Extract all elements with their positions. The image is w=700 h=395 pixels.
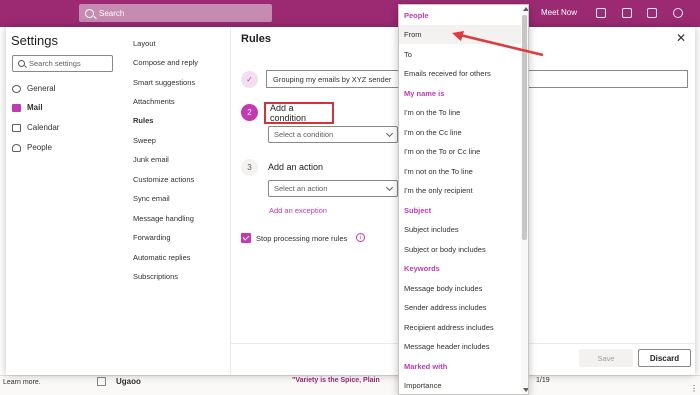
sub-sweep[interactable]: Sweep [133, 136, 156, 145]
category-mail[interactable]: Mail [12, 103, 43, 112]
dropdown-option-header-includes[interactable]: Message header includes [399, 337, 521, 356]
mail-subject: "Variety is the Spice, Plain [292, 377, 380, 384]
row-checkbox[interactable] [97, 377, 106, 386]
settings-title: Settings [11, 33, 58, 48]
sub-sync-email[interactable]: Sync email [133, 194, 170, 203]
category-people[interactable]: People [12, 143, 52, 152]
category-label: Calendar [27, 123, 60, 132]
step-done-check-icon: ✓ [241, 71, 258, 88]
sub-subscriptions[interactable]: Subscriptions [133, 272, 178, 281]
settings-dialog: Settings Search settings General Mail Ca… [6, 27, 695, 375]
category-label: People [27, 143, 52, 152]
chevron-down-icon [385, 183, 394, 192]
dropdown-header-subject: Subject [404, 206, 432, 215]
step-2-indicator: 2 [241, 104, 258, 121]
discard-button[interactable]: Discard [638, 349, 691, 367]
pane-divider [230, 27, 231, 375]
category-calendar[interactable]: Calendar [12, 123, 59, 132]
dropdown-option-to-or-cc[interactable]: I'm on the To or Cc line [399, 142, 521, 161]
dropdown-option-only-recipient[interactable]: I'm the only recipient [399, 181, 521, 200]
dropdown-option-subject-body-includes[interactable]: Subject or body includes [399, 240, 521, 259]
save-button[interactable]: Save [579, 349, 633, 367]
dropdown-header-my-name: My name is [404, 89, 445, 98]
sub-layout[interactable]: Layout [133, 39, 156, 48]
dropdown-header-marked-with: Marked with [404, 362, 448, 371]
dropdown-option-recipient-address[interactable]: Recipient address includes [399, 318, 521, 337]
condition-placeholder: Select a condition [274, 130, 334, 139]
meet-now-button[interactable]: Meet Now [541, 8, 577, 17]
close-icon[interactable]: ✕ [676, 31, 686, 45]
gear-icon [12, 84, 21, 93]
search-icon [18, 60, 25, 67]
scroll-up-icon[interactable] [523, 7, 528, 11]
action-placeholder: Select an action [274, 184, 328, 193]
sub-forwarding[interactable]: Forwarding [133, 233, 171, 242]
stop-processing-label: Stop processing more rules [256, 234, 348, 243]
notifications-icon[interactable] [673, 8, 683, 18]
dropdown-option-not-to-line[interactable]: I'm not on the To line [399, 162, 521, 181]
dropdown-option-cc-line[interactable]: I'm on the Cc line [399, 123, 521, 142]
dropdown-header-keywords: Keywords [404, 264, 440, 273]
search-box[interactable]: Search [79, 4, 272, 22]
learn-more-link[interactable]: Learn more. [3, 379, 41, 386]
sub-rules[interactable]: Rules [133, 116, 153, 125]
outlook-top-bar: Search Meet Now [0, 0, 700, 27]
search-settings-placeholder: Search settings [29, 59, 81, 68]
sub-compose-reply[interactable]: Compose and reply [133, 58, 198, 67]
dropdown-header-people: People [404, 11, 429, 20]
mail-icon [12, 103, 21, 112]
dropdown-option-subject-includes[interactable]: Subject includes [399, 220, 521, 239]
info-icon[interactable]: i [356, 233, 365, 242]
condition-dropdown: People From To Emails received for other… [398, 4, 529, 395]
condition-select[interactable]: Select a condition [268, 126, 398, 143]
category-label: Mail [27, 103, 43, 112]
sub-customize-actions[interactable]: Customize actions [133, 175, 194, 184]
dropdown-option-received-for-others[interactable]: Emails received for others [399, 64, 521, 83]
mail-sender: Ugaoo [116, 377, 141, 386]
step-3-indicator: 3 [241, 159, 258, 176]
sub-automatic-replies[interactable]: Automatic replies [133, 253, 191, 262]
search-settings-input[interactable]: Search settings [12, 55, 113, 72]
sub-attachments[interactable]: Attachments [133, 97, 175, 106]
category-label: General [27, 84, 56, 93]
people-icon [12, 143, 21, 152]
sub-message-handling[interactable]: Message handling [133, 214, 194, 223]
search-icon [85, 8, 94, 18]
annotation-arrow-icon [452, 31, 544, 57]
sub-smart-suggestions[interactable]: Smart suggestions [133, 78, 195, 87]
stop-processing-checkbox[interactable] [241, 233, 251, 243]
action-select[interactable]: Select an action [268, 180, 398, 197]
chevron-down-icon [385, 129, 394, 138]
sub-junk-email[interactable]: Junk email [133, 155, 169, 164]
mail-date: 1/19 [536, 377, 550, 384]
add-action-heading: Add an action [268, 162, 324, 172]
calendar-icon [12, 123, 21, 132]
scroll-down-icon[interactable] [523, 388, 528, 392]
more-icon[interactable]: ⋮ [690, 384, 698, 393]
add-condition-heading: Add a condition [264, 102, 334, 124]
office-icon[interactable] [622, 8, 632, 18]
dropdown-option-importance[interactable]: Importance [399, 376, 521, 394]
dropdown-option-body-includes[interactable]: Message body includes [399, 279, 521, 298]
rules-title: Rules [241, 33, 271, 45]
search-placeholder: Search [99, 8, 125, 18]
calendar-icon[interactable] [647, 8, 657, 18]
add-exception-link[interactable]: Add an exception [269, 206, 327, 215]
dropdown-option-sender-address[interactable]: Sender address includes [399, 298, 521, 317]
teams-icon[interactable] [596, 8, 606, 18]
category-general[interactable]: General [12, 84, 55, 93]
dropdown-option-to-line[interactable]: I'm on the To line [399, 103, 521, 122]
